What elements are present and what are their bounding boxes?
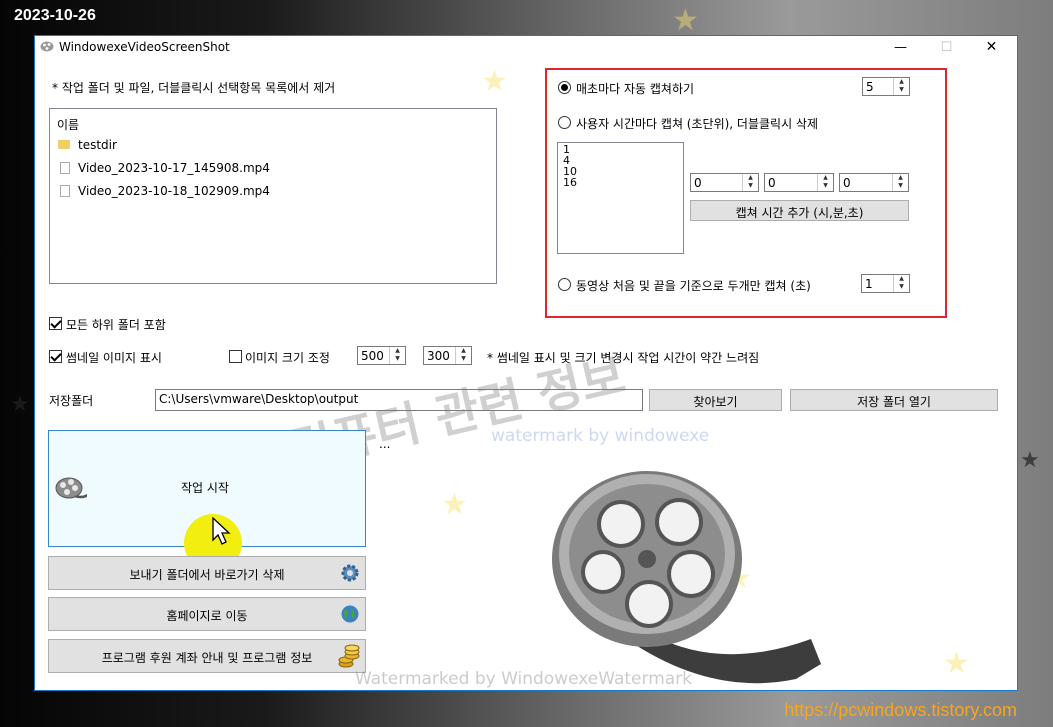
second-spinner[interactable]: 0 ▲ ▼: [839, 173, 909, 192]
spinner-value: 0: [694, 176, 702, 190]
spinner-value: 0: [843, 176, 851, 190]
custom-time-list[interactable]: 1 4 10 16: [557, 142, 684, 254]
auto-capture-interval-spinner[interactable]: 5 ▲ ▼: [862, 77, 910, 96]
spinner-arrows[interactable]: ▲ ▼: [389, 347, 405, 364]
file-list[interactable]: 이름 testdir Video_2023-10-17_145908.mp4 V…: [49, 108, 497, 284]
custom-time-radio[interactable]: [558, 116, 571, 129]
app-window: WindowexeVideoScreenShot — ☐ ✕ ★ ★ ★ ★ ★…: [34, 35, 1018, 691]
spinner-value: 5: [866, 80, 874, 94]
coins-icon: [338, 644, 360, 668]
start-task-label: 작업 시작: [181, 481, 229, 495]
button-label: 보내기 폴더에서 바로가기 삭제: [129, 568, 285, 582]
spinner-arrows[interactable]: ▲ ▼: [893, 275, 909, 292]
include-subfolders-label: 모든 하위 폴더 포함: [66, 318, 166, 332]
button-label: 캡쳐 시간 추가 (시,분,초): [735, 206, 864, 220]
folder-icon: [58, 140, 70, 149]
spinner-arrows[interactable]: ▲ ▼: [742, 174, 758, 191]
show-thumbnail-label: 썸네일 이미지 표시: [66, 351, 162, 365]
star-icon: ★: [441, 487, 468, 522]
gear-icon: [341, 564, 359, 582]
film-reel-icon: [55, 477, 87, 499]
resize-image-checkbox[interactable]: [229, 350, 242, 363]
button-label: 찾아보기: [693, 395, 738, 409]
custom-time-item[interactable]: 16: [563, 177, 577, 188]
button-label: 홈페이지로 이동: [166, 609, 248, 623]
start-end-label: 동영상 처음 및 끝을 기준으로 두개만 캡쳐 (초): [576, 279, 811, 293]
custom-time-label: 사용자 시간마다 캡쳐 (초단위), 더블클릭시 삭제: [576, 117, 819, 131]
star-icon: ★: [10, 392, 30, 417]
spinner-arrows[interactable]: ▲ ▼: [892, 174, 908, 191]
list-item[interactable]: Video_2023-10-17_145908.mp4: [58, 161, 270, 179]
star-icon: ★: [1020, 448, 1040, 473]
open-save-folder-button[interactable]: 저장 폴더 열기: [790, 389, 998, 411]
donation-info-button[interactable]: 프로그램 후원 계좌 안내 및 프로그램 정보: [48, 639, 366, 673]
auto-capture-label: 매초마다 자동 캡쳐하기: [576, 82, 695, 96]
list-item-label: testdir: [78, 138, 117, 152]
list-item-label: Video_2023-10-18_102909.mp4: [78, 184, 270, 198]
blog-url: https://pcwindows.tistory.com: [784, 700, 1017, 720]
spinner-value: 300: [427, 349, 450, 363]
browse-button[interactable]: 찾아보기: [649, 389, 782, 411]
star-icon: ★: [672, 3, 699, 38]
window-title: WindowexeVideoScreenShot: [59, 40, 230, 54]
image-height-spinner[interactable]: 300 ▲ ▼: [423, 346, 472, 365]
watermark-bottom: Watermarked by WindowexeWatermark: [355, 669, 693, 689]
hour-spinner[interactable]: 0 ▲ ▼: [690, 173, 759, 192]
spinner-value: 1: [865, 277, 873, 291]
add-capture-time-button[interactable]: 캡쳐 시간 추가 (시,분,초): [690, 200, 909, 221]
start-end-seconds-spinner[interactable]: 1 ▲ ▼: [861, 274, 910, 293]
file-icon: [60, 184, 70, 197]
film-reel-icon: [552, 471, 821, 684]
file-list-instruction: * 작업 폴더 및 파일, 더블클릭시 선택항목 목록에서 제거: [52, 81, 336, 95]
auto-capture-radio[interactable]: [558, 81, 571, 94]
capture-date: 2023-10-26: [14, 7, 96, 24]
film-reel-icon: [40, 41, 54, 52]
button-label: 프로그램 후원 계좌 안내 및 프로그램 정보: [101, 651, 313, 665]
window-content: ★ ★ ★ ★ ★ * 작업 폴더 및 파일, 더블클릭시 선택항목 목록에서 …: [35, 59, 1017, 690]
status-text: ...: [379, 437, 391, 451]
maximize-button[interactable]: ☐: [924, 36, 969, 59]
mouse-pointer-icon: [212, 517, 231, 545]
spinner-value: 500: [361, 349, 384, 363]
image-width-spinner[interactable]: 500 ▲ ▼: [357, 346, 406, 365]
star-icon: ★: [481, 64, 508, 99]
file-icon: [60, 161, 70, 174]
resize-image-label: 이미지 크기 조정: [245, 351, 330, 365]
name-column-header: 이름: [57, 118, 80, 132]
save-folder-label: 저장폴더: [49, 394, 94, 408]
list-item[interactable]: Video_2023-10-18_102909.mp4: [58, 184, 270, 202]
spinner-arrows[interactable]: ▲ ▼: [893, 78, 909, 95]
watermark-english: watermark by windowexe: [491, 426, 710, 446]
list-item-label: Video_2023-10-17_145908.mp4: [78, 161, 270, 175]
spinner-arrows[interactable]: ▲ ▼: [817, 174, 833, 191]
start-end-radio[interactable]: [558, 278, 571, 291]
title-bar: WindowexeVideoScreenShot — ☐ ✕: [35, 36, 1017, 59]
minimize-button[interactable]: —: [878, 36, 923, 59]
remove-sendto-shortcut-button[interactable]: 보내기 폴더에서 바로가기 삭제: [48, 556, 366, 590]
list-item[interactable]: testdir: [58, 138, 117, 156]
globe-icon: [341, 605, 359, 623]
homepage-button[interactable]: 홈페이지로 이동: [48, 597, 366, 631]
button-label: 저장 폴더 열기: [857, 395, 931, 409]
minute-spinner[interactable]: 0 ▲ ▼: [764, 173, 834, 192]
show-thumbnail-checkbox[interactable]: [49, 350, 62, 363]
star-icon: ★: [943, 646, 970, 681]
spinner-arrows[interactable]: ▲ ▼: [455, 347, 471, 364]
close-button[interactable]: ✕: [969, 36, 1014, 59]
include-subfolders-checkbox[interactable]: [49, 317, 62, 330]
spinner-value: 0: [768, 176, 776, 190]
